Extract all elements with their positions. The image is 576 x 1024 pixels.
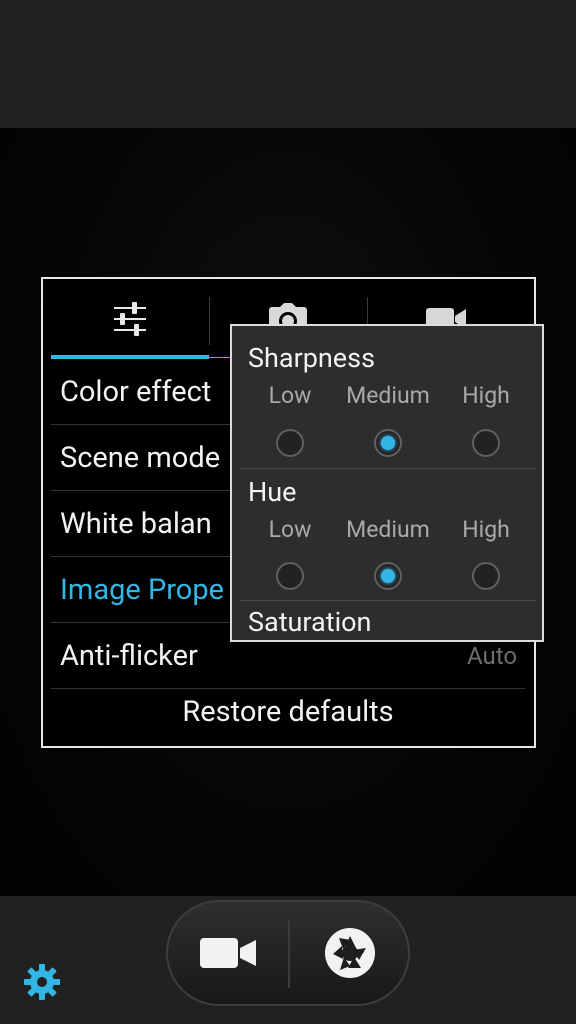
sharpness-medium-radio[interactable]: [374, 429, 402, 457]
sharpness-title: Sharpness: [248, 342, 375, 374]
sharpness-option-low-label: Low: [268, 382, 312, 409]
sliders-icon: [114, 302, 146, 336]
shutter-icon: [325, 928, 375, 978]
settings-row-label: Color effect: [60, 374, 212, 409]
section-divider: [240, 468, 536, 469]
sharpness-option-medium-label: Medium: [346, 382, 430, 409]
tab-adjustments[interactable]: [51, 279, 209, 359]
hue-low-radio[interactable]: [276, 562, 304, 590]
hue-title: Hue: [248, 476, 297, 508]
hue-high-radio[interactable]: [472, 562, 500, 590]
settings-row-label: Image Prope: [60, 572, 224, 607]
video-camera-icon: [200, 938, 256, 968]
video-record-button[interactable]: [168, 902, 288, 1004]
settings-row-label: White balan: [60, 506, 212, 541]
saturation-title: Saturation: [248, 606, 372, 638]
top-bar: [0, 0, 576, 128]
hue-option-low-label: Low: [268, 516, 312, 543]
restore-defaults-button[interactable]: Restore defaults: [51, 679, 525, 745]
section-divider: [240, 600, 536, 601]
sharpness-low-radio[interactable]: [276, 429, 304, 457]
image-properties-popup: Sharpness Low Medium High Hue Low Medium…: [230, 324, 544, 642]
sharpness-option-high-label: High: [462, 382, 510, 409]
gear-icon: [24, 964, 60, 1000]
hue-medium-radio[interactable]: [374, 562, 402, 590]
hue-option-medium-label: Medium: [346, 516, 430, 543]
settings-button[interactable]: [22, 962, 62, 1002]
capture-mode-control: [166, 900, 410, 1006]
shutter-button[interactable]: [290, 902, 410, 1004]
hue-option-high-label: High: [462, 516, 510, 543]
settings-row-label: Scene mode: [60, 440, 221, 475]
settings-row-label: Anti-flicker: [60, 638, 198, 673]
settings-row-value: Auto: [466, 641, 517, 670]
sharpness-high-radio[interactable]: [472, 429, 500, 457]
